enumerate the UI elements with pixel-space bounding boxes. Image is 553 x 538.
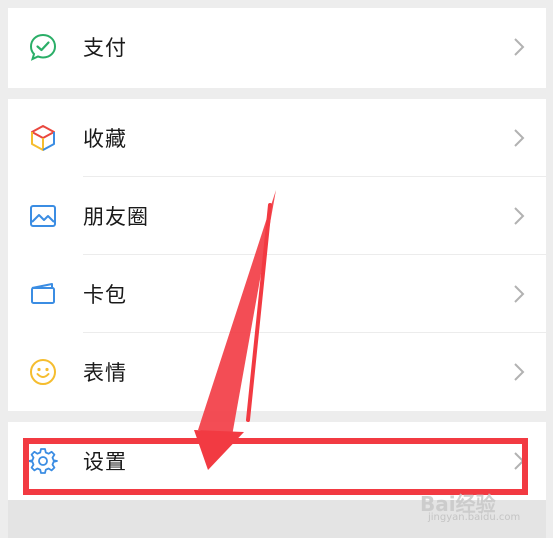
menu-item-stickers[interactable]: 表情 bbox=[8, 333, 546, 411]
menu-item-favorites[interactable]: 收藏 bbox=[8, 99, 546, 177]
card-wallet-icon bbox=[28, 279, 58, 309]
baidu-watermark-url: jingyan.baidu.com bbox=[428, 512, 521, 523]
menu-item-moments[interactable]: 朋友圈 bbox=[8, 177, 546, 255]
favorites-cube-icon bbox=[28, 123, 58, 153]
menu-item-cards[interactable]: 卡包 bbox=[8, 255, 546, 333]
menu-item-pay-label: 支付 bbox=[83, 36, 127, 60]
chevron-right-icon bbox=[514, 207, 525, 225]
chevron-right-icon bbox=[514, 285, 525, 303]
menu-item-cards-label: 卡包 bbox=[83, 283, 127, 307]
features-group: 收藏 朋友圈 卡包 表情 bbox=[8, 99, 546, 411]
menu-item-stickers-label: 表情 bbox=[83, 361, 127, 385]
menu-item-pay[interactable]: 支付 bbox=[8, 8, 546, 86]
chevron-right-icon bbox=[514, 363, 525, 381]
chevron-right-icon bbox=[514, 38, 525, 56]
pay-group: 支付 bbox=[8, 8, 546, 88]
smiley-icon bbox=[28, 357, 58, 387]
pay-icon bbox=[28, 32, 58, 62]
chevron-right-icon bbox=[514, 129, 525, 147]
settings-highlight-box bbox=[23, 438, 528, 495]
menu-item-moments-label: 朋友圈 bbox=[83, 205, 149, 229]
menu-item-favorites-label: 收藏 bbox=[83, 127, 127, 151]
moments-photo-icon bbox=[28, 201, 58, 231]
